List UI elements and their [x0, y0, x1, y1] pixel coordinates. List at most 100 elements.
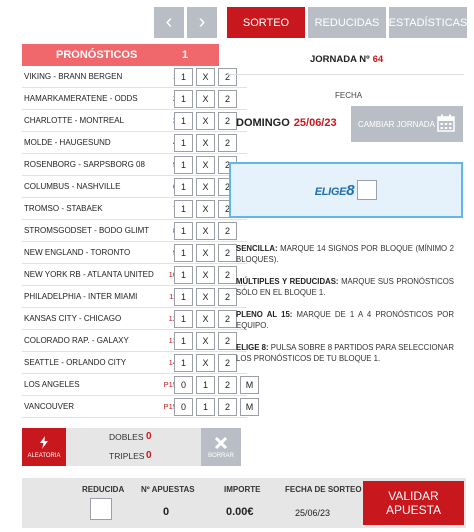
draw-day: DOMINGO — [236, 117, 290, 129]
borrar-button[interactable]: BORRAR — [201, 428, 241, 466]
reducida-checkbox[interactable] — [90, 498, 112, 520]
triples-label: TRIPLES — [109, 451, 145, 461]
jornada-number: 64 — [372, 54, 384, 65]
tab-sorteo[interactable]: SORTEO — [227, 7, 305, 38]
match-teams: HAMARKAMERATENE - ODDS — [24, 94, 138, 103]
pleno-option-0-button[interactable]: 0 — [174, 376, 193, 394]
aleatoria-button[interactable]: ALEATORIA — [22, 428, 66, 466]
pronosticos-title: PRONÓSTICOS — [56, 49, 138, 61]
chevron-left-icon: ‹ — [165, 11, 173, 33]
option-x-button[interactable]: X — [196, 310, 215, 328]
pleno-option-0-button[interactable]: 0 — [174, 398, 193, 416]
dobles-label: DOBLES — [109, 432, 144, 442]
option-1-button[interactable]: 1 — [174, 354, 193, 372]
option-1-button[interactable]: 1 — [174, 310, 193, 328]
option-2-button[interactable]: 2 — [218, 266, 237, 284]
option-2-button[interactable]: 2 — [218, 134, 237, 152]
next-block-button[interactable]: › — [187, 7, 217, 38]
option-2-button[interactable]: 2 — [218, 90, 237, 108]
option-x-button[interactable]: X — [196, 244, 215, 262]
option-1-button[interactable]: 1 — [174, 68, 193, 86]
pleno-option-2-button[interactable]: 2 — [218, 398, 237, 416]
option-x-button[interactable]: X — [196, 156, 215, 174]
match-teams: STROMSGODSET - BODO GLIMT — [24, 226, 150, 235]
option-2-button[interactable]: 2 — [218, 310, 237, 328]
option-x-button[interactable]: X — [196, 354, 215, 372]
option-x-button[interactable]: X — [196, 266, 215, 284]
option-x-button[interactable]: X — [196, 90, 215, 108]
option-1-button[interactable]: 1 — [174, 266, 193, 284]
option-x-button[interactable]: X — [196, 112, 215, 130]
option-2-button[interactable]: 2 — [218, 222, 237, 240]
match-teams: KANSAS CITY - CHICAGO — [24, 314, 122, 323]
elige8-checkbox[interactable] — [357, 180, 378, 200]
draw-date-value: 25/06/23 — [293, 117, 337, 129]
option-2-button[interactable]: 2 — [218, 332, 237, 350]
pleno-option-m-button[interactable]: M — [240, 376, 259, 394]
option-2-button[interactable]: 2 — [218, 112, 237, 130]
cambiar-jornada-button[interactable]: CAMBIAR JORNADA — [351, 106, 463, 142]
importe-value: 0.00€ — [226, 506, 254, 518]
option-1-button[interactable]: 1 — [174, 288, 193, 306]
option-1-button[interactable]: 1 — [174, 112, 193, 130]
option-x-button[interactable]: X — [196, 134, 215, 152]
match-row: KANSAS CITY - CHICAGO 12 1 X 2 — [22, 308, 247, 330]
aleatoria-label: ALEATORIA — [27, 452, 61, 459]
pleno-option-m-button[interactable]: M — [240, 398, 259, 416]
option-x-button[interactable]: X — [196, 178, 215, 196]
info-elige8-title: ELIGE 8: — [236, 343, 269, 352]
option-x-button[interactable]: X — [196, 288, 215, 306]
match-row: NEW ENGLAND - TORONTO91X2 — [22, 242, 247, 264]
option-1-button[interactable]: 1 — [174, 200, 193, 218]
tab-reducidas[interactable]: REDUCIDAS — [308, 7, 386, 38]
option-x-button[interactable]: X — [196, 200, 215, 218]
option-1-button[interactable]: 1 — [174, 90, 193, 108]
fecha-sorteo-value: 25/06/23 — [295, 508, 331, 518]
pleno-team: LOS ANGELES — [24, 380, 80, 389]
calendar-icon — [437, 114, 455, 132]
info-elige8-text: PULSA SOBRE 8 PARTIDOS PARA SELECCIONAR … — [236, 343, 454, 363]
match-teams: SEATTLE - ORLANDO CITY — [24, 358, 127, 367]
option-2-button[interactable]: 2 — [218, 68, 237, 86]
option-2-button[interactable]: 2 — [218, 244, 237, 262]
option-1-button[interactable]: 1 — [174, 134, 193, 152]
jornada-label: JORNADA Nº — [310, 54, 370, 65]
match-teams: COLUMBUS - NASHVILLE — [24, 182, 121, 191]
importe-label: IMPORTE — [224, 485, 261, 494]
pronosticos-header: PRONÓSTICOS 1 — [22, 44, 219, 66]
pleno-option-2-button[interactable]: 2 — [218, 376, 237, 394]
tab-bar: SORTEO REDUCIDAS ESTADÍSTICAS — [227, 7, 467, 38]
match-list: VIKING - BRANN BERGEN11X2HAMARKAMERATENE… — [22, 66, 259, 418]
dobles-value: 0 — [146, 431, 152, 442]
option-1-button[interactable]: 1 — [174, 178, 193, 196]
option-1-button[interactable]: 1 — [174, 222, 193, 240]
pleno-row: LOS ANGELES P15 0 1 2 M — [22, 374, 259, 396]
option-2-button[interactable]: 2 — [218, 288, 237, 306]
match-row: SEATTLE - ORLANDO CITY 14 1 X 2 — [22, 352, 247, 374]
option-1-button[interactable]: 1 — [174, 332, 193, 350]
match-row: COLORADO RAP. - GALAXY 13 1 X 2 — [22, 330, 247, 352]
divider — [228, 74, 464, 75]
match-teams: CHARLOTTE - MONTREAL — [24, 116, 125, 125]
validar-apuesta-button[interactable]: VALIDAR APUESTA — [363, 481, 464, 525]
match-row: NEW YORK RB - ATLANTA UNITED 10 1 X 2 — [22, 264, 247, 286]
tab-estadisticas[interactable]: ESTADÍSTICAS — [389, 7, 467, 38]
pleno-option-1-button[interactable]: 1 — [196, 398, 215, 416]
option-1-button[interactable]: 1 — [174, 244, 193, 262]
apuestas-label: Nº APUESTAS — [141, 485, 195, 494]
elige8-logo-number: 8 — [346, 181, 355, 199]
option-x-button[interactable]: X — [196, 332, 215, 350]
elige8-panel: ELIGE8 — [229, 162, 463, 218]
previous-block-button[interactable]: ‹ — [154, 7, 184, 38]
fecha-label: FECHA — [335, 91, 363, 100]
match-row: PHILADELPHIA - INTER MIAMI111X2 — [22, 286, 247, 308]
match-teams: VIKING - BRANN BERGEN — [24, 72, 123, 81]
bet-summary: REDUCIDA Nº APUESTAS 0 IMPORTE 0.00€ FEC… — [22, 478, 466, 528]
option-1-button[interactable]: 1 — [174, 156, 193, 174]
match-row: ROSENBORG - SARPSBORG 0851X2 — [22, 154, 247, 176]
option-x-button[interactable]: X — [196, 68, 215, 86]
match-teams: MOLDE - HAUGESUND — [24, 138, 111, 147]
option-2-button[interactable]: 2 — [218, 354, 237, 372]
option-x-button[interactable]: X — [196, 222, 215, 240]
pleno-option-1-button[interactable]: 1 — [196, 376, 215, 394]
